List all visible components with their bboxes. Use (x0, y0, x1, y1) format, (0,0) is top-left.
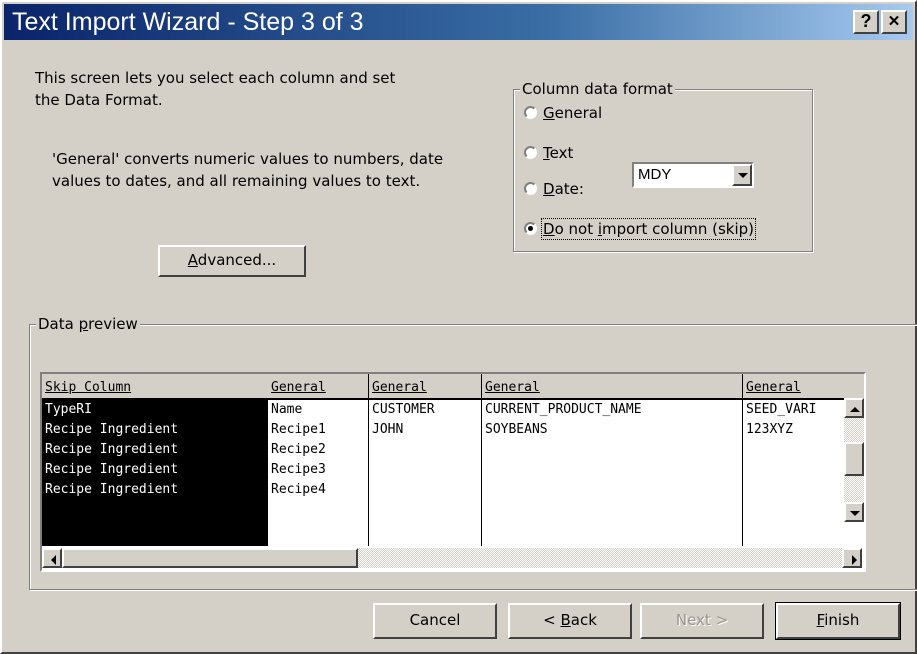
column-header[interactable]: General (482, 374, 742, 400)
back-button[interactable]: < Back (508, 603, 632, 639)
arrow-right-icon (852, 555, 857, 565)
table-cell (369, 480, 481, 500)
cancel-button[interactable]: Cancel (373, 603, 497, 639)
preview-column-1[interactable]: Skip Column TypeRI Recipe Ingredient Rec… (42, 374, 268, 546)
table-cell: JOHN (372, 422, 404, 437)
radio-general-button[interactable] (524, 106, 537, 119)
table-cell: Recipe Ingredient (42, 460, 268, 480)
radio-general[interactable]: General (524, 102, 602, 124)
table-cell (482, 440, 742, 460)
preview-column-3[interactable]: General CUSTOMER JOHN (369, 374, 482, 546)
date-format-value: MDY (638, 166, 672, 183)
table-cell: Recipe Ingredient (42, 440, 268, 460)
data-preview-grid: Skip Column TypeRI Recipe Ingredient Rec… (40, 372, 866, 572)
table-cell: Recipe3 (271, 462, 326, 477)
intro-text-line-2: the Data Format. (35, 91, 163, 109)
help-button[interactable]: ? (853, 10, 879, 34)
table-cell: CURRENT_PRODUCT_NAME (485, 402, 642, 417)
arrow-down-icon (850, 511, 860, 516)
advanced-button[interactable]: Advanced... (158, 245, 306, 277)
general-info-line-2: values to dates, and all remaining value… (52, 172, 421, 190)
table-cell: CUSTOMER (372, 402, 435, 417)
next-button[interactable]: Next > (640, 603, 764, 639)
radio-do-not-import-label: Do not import column (skip) (540, 218, 757, 240)
finish-button[interactable]: Finish (776, 603, 900, 639)
preview-columns: Skip Column TypeRI Recipe Ingredient Rec… (42, 374, 864, 546)
scroll-up-button[interactable] (844, 398, 864, 418)
table-cell (482, 460, 742, 480)
table-cell: Name (271, 402, 303, 417)
dropdown-arrow-button[interactable] (732, 164, 752, 186)
intro-text-line-1: This screen lets you select each column … (35, 69, 396, 87)
text-import-wizard-dialog: Text Import Wizard - Step 3 of 3 ? ✕ Thi… (0, 0, 917, 654)
radio-text-button[interactable] (524, 146, 537, 159)
table-cell: Recipe Ingredient (42, 420, 268, 440)
column-header[interactable]: General (743, 374, 864, 400)
general-info-line-1: 'General' converts numeric values to num… (52, 150, 444, 168)
column-header[interactable]: General (268, 374, 368, 400)
table-cell (482, 480, 742, 500)
column-header[interactable]: General (369, 374, 481, 400)
arrow-left-icon (51, 555, 56, 565)
preview-column-2[interactable]: General Name Recipe1 Recipe2 Recipe3 Rec… (268, 374, 369, 546)
radio-do-not-import-button[interactable] (524, 222, 537, 235)
table-cell: TypeRI (42, 400, 268, 420)
data-preview-legend: Data preview (36, 313, 140, 335)
column-header[interactable]: Skip Column (42, 374, 268, 400)
radio-text[interactable]: Text (524, 142, 573, 164)
close-button[interactable]: ✕ (881, 10, 907, 34)
date-format-dropdown[interactable]: MDY (632, 162, 754, 188)
radio-do-not-import[interactable]: Do not import column (skip) (524, 218, 757, 240)
table-cell (369, 440, 481, 460)
horizontal-scroll-thumb[interactable] (62, 548, 358, 568)
chevron-down-icon (738, 173, 748, 178)
table-cell: SOYBEANS (485, 422, 548, 437)
title-bar[interactable]: Text Import Wizard - Step 3 of 3 ? ✕ (4, 4, 913, 40)
radio-date-button[interactable] (524, 182, 537, 195)
table-cell: Recipe Ingredient (42, 480, 268, 500)
scroll-down-button[interactable] (844, 502, 864, 522)
radio-date[interactable]: Date: (524, 178, 584, 200)
table-cell: Recipe1 (271, 422, 326, 437)
scroll-right-button[interactable] (842, 548, 862, 568)
vertical-scroll-thumb[interactable] (844, 442, 864, 476)
preview-column-4[interactable]: General CURRENT_PRODUCT_NAME SOYBEANS (482, 374, 743, 546)
window-title: Text Import Wizard - Step 3 of 3 (12, 8, 364, 36)
column-data-format-legend: Column data format (520, 78, 675, 100)
arrow-up-icon (850, 407, 860, 412)
table-cell: Recipe4 (271, 482, 326, 497)
table-cell (369, 460, 481, 480)
scroll-left-button[interactable] (42, 548, 62, 568)
table-cell: Recipe2 (271, 442, 326, 457)
